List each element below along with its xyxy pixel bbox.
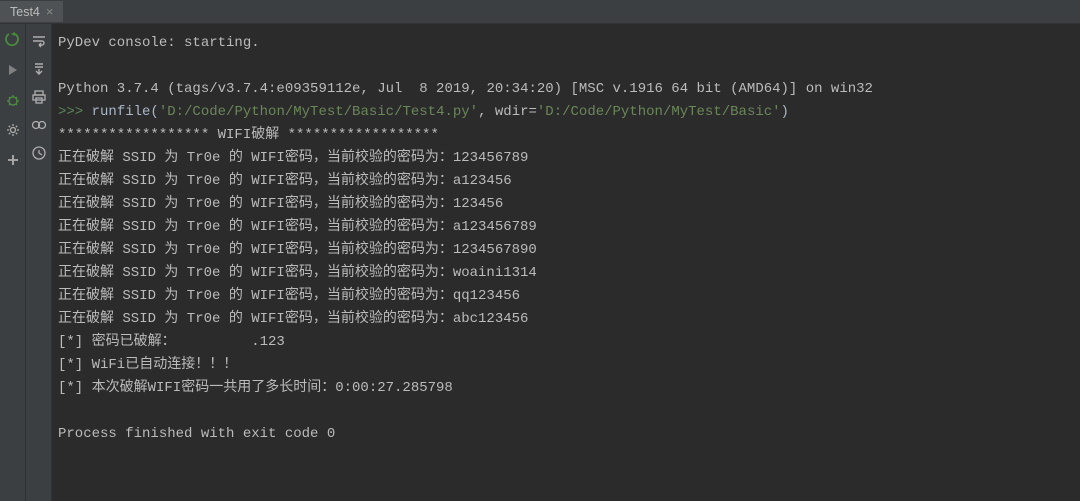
tab-label: Test4 xyxy=(10,5,40,19)
prompt: >>> xyxy=(58,104,92,120)
rerun-icon[interactable] xyxy=(5,32,21,48)
console-line: ****************** WIFI破解 **************… xyxy=(58,124,1074,147)
console-line: Python 3.7.4 (tags/v3.7.4:e09359112e, Ju… xyxy=(58,78,1074,101)
console-line: 正在破解 SSID 为 Tr0e 的 WIFI密码，当前校验的密码为：12345… xyxy=(58,239,1074,262)
empty-line xyxy=(58,400,1074,423)
console-line: 正在破解 SSID 为 Tr0e 的 WIFI密码，当前校验的密码为：abc12… xyxy=(58,308,1074,331)
console-line: [*] WiFi已自动连接！！！ xyxy=(58,354,1074,377)
console-line: 正在破解 SSID 为 Tr0e 的 WIFI密码，当前校验的密码为：12345… xyxy=(58,147,1074,170)
play-icon[interactable] xyxy=(5,62,21,78)
scroll-to-end-icon[interactable] xyxy=(30,60,48,78)
close-paren: ) xyxy=(781,104,789,120)
settings-icon[interactable] xyxy=(5,122,21,138)
func-name: runfile( xyxy=(92,104,159,120)
close-icon[interactable]: × xyxy=(46,4,54,19)
tab-test4[interactable]: Test4 × xyxy=(0,1,63,22)
string-arg: 'D:/Code/Python/MyTest/Basic/Test4.py' xyxy=(159,104,478,120)
console-line: [*] 密码已破解： .123 xyxy=(58,331,1074,354)
console-line: 正在破解 SSID 为 Tr0e 的 WIFI密码，当前校验的密码为：qq123… xyxy=(58,285,1074,308)
left-action-gutter xyxy=(0,24,26,501)
print-icon[interactable] xyxy=(30,88,48,106)
string-arg: 'D:/Code/Python/MyTest/Basic' xyxy=(537,104,781,120)
main-area: PyDev console: starting. Python 3.7.4 (t… xyxy=(0,24,1080,501)
console-output[interactable]: PyDev console: starting. Python 3.7.4 (t… xyxy=(52,24,1080,501)
console-toolbar xyxy=(26,24,52,501)
history-icon[interactable] xyxy=(30,144,48,162)
console-line: 正在破解 SSID 为 Tr0e 的 WIFI密码，当前校验的密码为：a1234… xyxy=(58,170,1074,193)
console-line: >>> runfile('D:/Code/Python/MyTest/Basic… xyxy=(58,101,1074,124)
soft-wrap-icon[interactable] xyxy=(30,32,48,50)
console-line: [*] 本次破解WIFI密码一共用了多长时间：0:00:27.285798 xyxy=(58,377,1074,400)
debug-icon[interactable] xyxy=(5,92,21,108)
console-line: 正在破解 SSID 为 Tr0e 的 WIFI密码，当前校验的密码为：woain… xyxy=(58,262,1074,285)
tab-bar: Test4 × xyxy=(0,0,1080,24)
separator: , wdir= xyxy=(478,104,537,120)
add-icon[interactable] xyxy=(5,152,21,168)
console-line: PyDev console: starting. xyxy=(58,32,1074,55)
show-variables-icon[interactable] xyxy=(30,116,48,134)
empty-line xyxy=(58,55,1074,78)
console-line: Process finished with exit code 0 xyxy=(58,423,1074,446)
console-line: 正在破解 SSID 为 Tr0e 的 WIFI密码，当前校验的密码为：a1234… xyxy=(58,216,1074,239)
console-line: 正在破解 SSID 为 Tr0e 的 WIFI密码，当前校验的密码为：12345… xyxy=(58,193,1074,216)
